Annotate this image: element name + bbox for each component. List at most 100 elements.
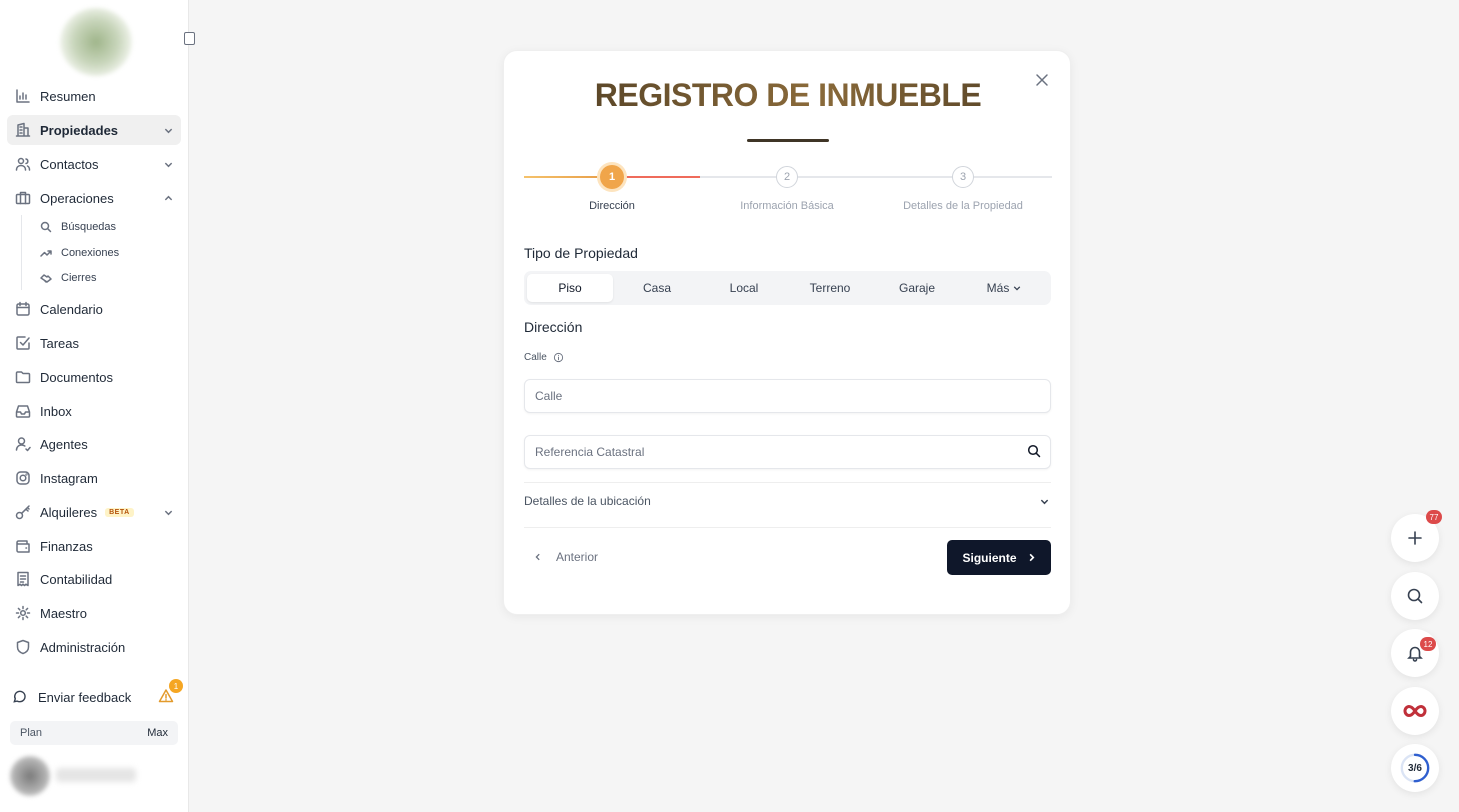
instagram-icon — [16, 471, 30, 485]
plan-indicator: Plan Max — [10, 721, 178, 745]
sidebar-item-label: Documentos — [40, 369, 113, 385]
sidebar-item-label: Contactos — [40, 156, 99, 172]
stepper-progress-line — [524, 176, 602, 178]
property-type-piso[interactable]: Piso — [527, 274, 613, 302]
property-type-more[interactable]: Más — [961, 274, 1047, 302]
sidebar-item-inbox[interactable]: Inbox — [7, 396, 181, 426]
plan-label: Plan — [20, 727, 43, 739]
previous-button[interactable]: Anterior — [534, 547, 598, 567]
next-label: Siguiente — [962, 550, 1017, 565]
inbox-icon — [15, 405, 31, 418]
add-button[interactable]: 77 — [1391, 510, 1442, 562]
info-icon[interactable] — [553, 352, 564, 363]
sidebar-item-label: Administración — [40, 639, 126, 655]
sidebar-item-label: Propiedades — [40, 122, 119, 138]
chart-icon — [16, 89, 30, 103]
feedback-button[interactable]: Enviar feedback 1 — [12, 679, 183, 709]
sidebar-subitem-conexiones[interactable]: Conexiones — [38, 243, 119, 263]
global-search-button[interactable] — [1391, 572, 1439, 620]
sidebar-item-label: Finanzas — [40, 538, 93, 554]
user-name-placeholder — [56, 768, 136, 782]
chevron-down-icon — [164, 510, 173, 516]
sidebar-item-finanzas[interactable]: Finanzas — [7, 531, 181, 561]
avatar[interactable] — [10, 756, 50, 796]
property-type-local[interactable]: Local — [701, 274, 787, 302]
step-3-indicator[interactable]: 3 — [952, 166, 974, 188]
chevron-up-icon — [164, 195, 173, 201]
notifications-count-badge: 12 — [1420, 637, 1436, 651]
previous-label: Anterior — [556, 550, 599, 564]
sidebar-subitem-cierres[interactable]: Cierres — [38, 268, 96, 288]
chevron-down-icon — [164, 162, 173, 168]
sidebar-item-label: Instagram — [40, 470, 98, 486]
street-input[interactable] — [524, 379, 1051, 413]
property-type-garaje[interactable]: Garaje — [874, 274, 960, 302]
cadastral-reference-input[interactable] — [524, 435, 1051, 469]
sidebar-item-contactos[interactable]: Contactos — [7, 149, 181, 179]
sidebar-subitem-busquedas[interactable]: Búsquedas — [38, 217, 116, 237]
chevron-down-icon — [1014, 286, 1021, 291]
chevron-left-icon — [535, 553, 540, 561]
trend-icon — [40, 250, 52, 257]
users-icon — [15, 157, 31, 171]
shield-icon — [16, 639, 30, 655]
building-icon — [15, 122, 31, 137]
ledger-icon — [17, 571, 29, 587]
sidebar-item-label: Maestro — [40, 605, 87, 621]
calendar-icon — [16, 301, 30, 316]
sidebar-item-label: Agentes — [40, 436, 88, 452]
step-3-label: Detalles de la Propiedad — [903, 200, 1023, 212]
search-icon[interactable] — [1027, 444, 1041, 458]
assistant-button[interactable] — [1391, 687, 1439, 735]
property-registration-modal: REGISTRO DE INMUEBLE 1 2 3 Dirección Inf… — [503, 50, 1071, 615]
property-type-heading: Tipo de Propiedad — [524, 245, 638, 261]
feedback-label: Enviar feedback — [38, 689, 132, 705]
property-type-terreno[interactable]: Terreno — [787, 274, 873, 302]
sidebar-item-documentos[interactable]: Documentos — [7, 362, 181, 392]
gear-icon — [15, 605, 31, 621]
sidebar-item-agentes[interactable]: Agentes — [7, 429, 181, 459]
divider — [524, 482, 1051, 483]
search-icon — [1407, 588, 1423, 604]
infinity-icon — [1403, 704, 1427, 718]
location-details-accordion[interactable]: Detalles de la ubicación — [524, 487, 1051, 515]
notifications-button[interactable]: 12 — [1391, 629, 1439, 677]
sidebar-item-calendario[interactable]: Calendario — [7, 294, 181, 324]
sidebar-item-maestro[interactable]: Maestro — [7, 598, 181, 628]
sidebar-item-label: Contabilidad — [40, 571, 113, 587]
sidebar-item-alquileres[interactable]: Alquileres BETA — [7, 497, 181, 527]
sidebar-item-administracion[interactable]: Administración — [7, 632, 181, 662]
stepper-track-line — [700, 176, 1052, 178]
onboarding-progress-button[interactable]: 3/6 — [1391, 744, 1439, 792]
plan-value: Max — [147, 727, 168, 739]
sidebar-item-label: Inbox — [40, 403, 72, 419]
user-icon — [15, 437, 31, 452]
more-label: Más — [986, 281, 1010, 295]
sidebar-item-propiedades[interactable]: Propiedades — [7, 115, 181, 145]
sidebar-item-label: Alquileres — [40, 504, 98, 520]
step-2-indicator[interactable]: 2 — [776, 166, 798, 188]
sidebar-item-instagram[interactable]: Instagram — [7, 463, 181, 493]
sidebar-toggle-icon[interactable] — [184, 32, 195, 45]
sidebar-subitem-label: Búsquedas — [61, 221, 117, 233]
add-count-badge: 77 — [1426, 510, 1442, 524]
chevron-right-icon — [1029, 553, 1034, 562]
sidebar-item-label: Calendario — [40, 301, 103, 317]
key-icon — [15, 505, 30, 520]
sidebar-item-resumen[interactable]: Resumen — [7, 81, 181, 111]
property-type-casa[interactable]: Casa — [614, 274, 700, 302]
street-label: Calle — [524, 352, 564, 363]
sidebar-item-tareas[interactable]: Tareas — [7, 328, 181, 358]
next-button[interactable]: Siguiente — [947, 540, 1051, 575]
handshake-icon — [40, 274, 52, 283]
sidebar-item-contabilidad[interactable]: Contabilidad — [7, 564, 181, 594]
divider — [524, 527, 1051, 528]
step-1-indicator[interactable]: 1 — [600, 165, 624, 189]
address-heading: Dirección — [524, 319, 583, 335]
accordion-label: Detalles de la ubicación — [524, 494, 651, 508]
sidebar-item-operaciones[interactable]: Operaciones — [7, 183, 181, 213]
stepper-progress-line — [626, 176, 700, 178]
wallet-icon — [16, 540, 30, 553]
sidebar-item-label: Tareas — [40, 335, 80, 351]
title-underline — [747, 139, 829, 142]
